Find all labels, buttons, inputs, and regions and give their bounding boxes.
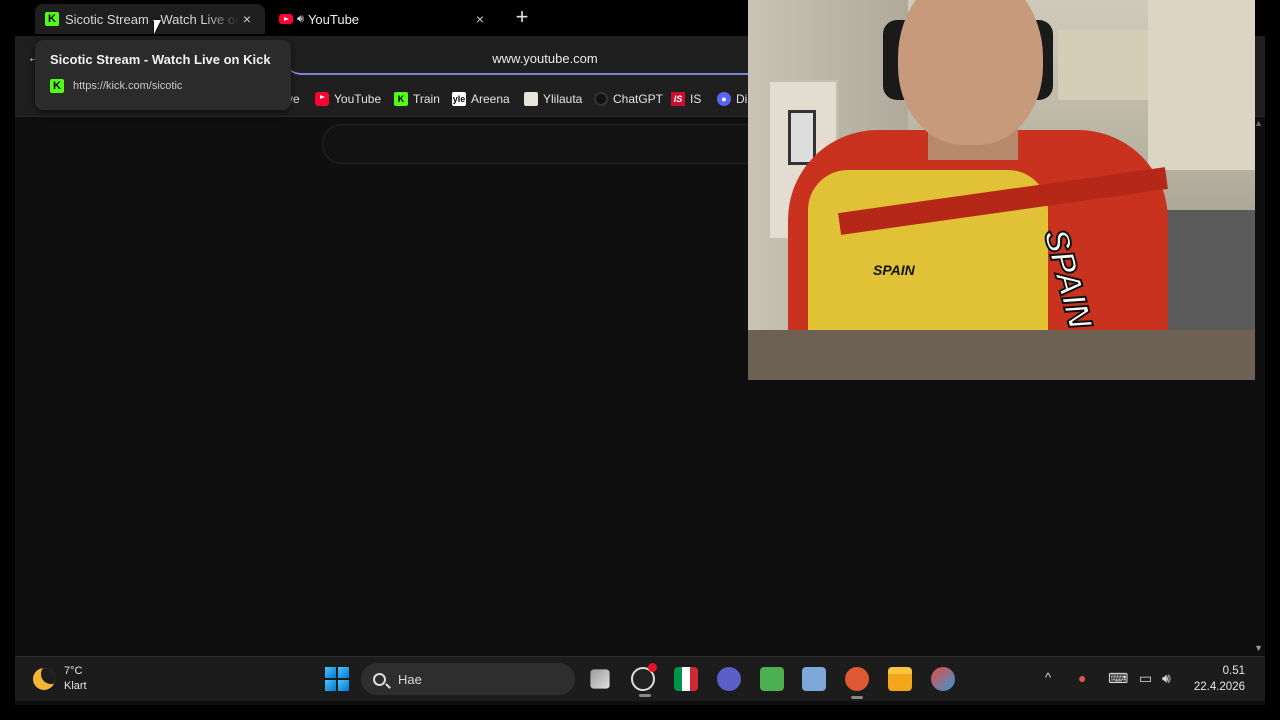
network-icon[interactable]: ▭ [1139, 670, 1152, 687]
microphone-icon[interactable]: ● [1078, 670, 1086, 686]
speaker-icon[interactable]: 🔊︎ [297, 13, 304, 26]
bookmark-is[interactable]: IS IS [671, 92, 701, 106]
webcam-overlay: SPAIN SPAIN [748, 0, 1255, 380]
yle-icon: yle [452, 92, 466, 106]
bookmark-label: YouTube [334, 92, 382, 106]
moon-icon [33, 668, 55, 690]
search-icon [373, 672, 386, 686]
chatgpt-icon [594, 92, 608, 106]
italian-app-icon[interactable] [674, 667, 698, 691]
ylilauta-icon [524, 92, 538, 106]
duckduckgo-icon[interactable] [845, 667, 869, 699]
tab-kick-stream[interactable]: K Sicotic Stream - Watch Live on Kick × [35, 4, 265, 34]
shelf [1058, 30, 1158, 100]
screen-recorder-icon[interactable] [717, 667, 741, 691]
fridge-magnet [788, 110, 816, 165]
start-button[interactable] [325, 667, 349, 691]
keyboard-icon[interactable]: ⌨ [1108, 670, 1128, 687]
windows-taskbar: 7°C Klart Hae ^ ● ⌨ ▭ 🔊︎ 0.51 22.4.2026 [15, 656, 1265, 701]
weather-temperature: 7°C [64, 665, 83, 677]
file-explorer-icon[interactable] [888, 667, 912, 691]
calculator-icon[interactable] [802, 667, 826, 691]
bookmark-label: Ylilauta [543, 92, 583, 106]
bookmark-youtube[interactable]: YouTube [315, 92, 381, 106]
bookmark-label: Train [413, 92, 440, 106]
windows-logo-icon [325, 667, 336, 678]
notification-badge [648, 663, 657, 672]
shirt-text: SPAIN [873, 262, 915, 278]
bookmark-areena[interactable]: yle Areena [452, 92, 510, 106]
discord-icon: ● [717, 92, 731, 106]
stats-app-icon[interactable] [760, 667, 784, 691]
volume-icon[interactable]: 🔊︎ [1162, 670, 1171, 687]
clock-date: 22.4.2026 [1193, 681, 1245, 693]
weather-condition: Klart [64, 680, 87, 692]
bookmark-label: IS [690, 92, 702, 106]
address-text: www.youtube.com [492, 51, 598, 66]
taskbar-search[interactable]: Hae [361, 663, 575, 695]
address-bar[interactable]: www.youtube.com [285, 43, 805, 75]
scroll-up-arrow-icon[interactable]: ▲ [1254, 118, 1263, 128]
taskbar-search-placeholder: Hae [398, 671, 422, 687]
kick-icon: K [394, 92, 408, 106]
system-clock[interactable]: 0.51 22.4.2026 [1185, 663, 1245, 695]
youtube-icon [279, 14, 293, 24]
bookmark-discord[interactable]: ● Di [717, 92, 747, 106]
ccleaner-icon[interactable] [931, 667, 955, 691]
youtube-icon [315, 92, 329, 106]
kick-icon: K [50, 79, 64, 93]
chevron-up-icon[interactable]: ^ [1045, 670, 1051, 685]
kick-icon: K [45, 12, 59, 26]
task-view-icon[interactable] [590, 669, 610, 689]
mouse-cursor-icon [154, 20, 161, 34]
browser-window: K Sicotic Stream - Watch Live on Kick × … [15, 0, 1265, 705]
bookmark-ylilauta[interactable]: Ylilauta [524, 92, 582, 106]
weather-widget[interactable]: 7°C Klart [33, 664, 87, 694]
bookmark-chatgpt[interactable]: ChatGPT [594, 92, 663, 106]
person-head [898, 0, 1043, 145]
tab-title: YouTube [307, 11, 360, 27]
obs-icon[interactable] [631, 663, 657, 697]
hover-card-title: Sicotic Stream - Watch Live on Kick [50, 52, 271, 67]
table [748, 330, 1255, 380]
close-tab-icon[interactable]: × [239, 11, 255, 27]
bookmark-label: ChatGPT [613, 92, 664, 106]
bookmark-train[interactable]: K Train [394, 92, 440, 106]
hover-card-url: https://kick.com/sicotic [73, 80, 183, 92]
close-tab-icon[interactable]: × [472, 11, 488, 27]
clock-time: 0.51 [1222, 665, 1245, 677]
cabinet [1148, 0, 1255, 170]
youtube-search-box[interactable] [322, 124, 802, 164]
scroll-down-arrow-icon[interactable]: ▼ [1254, 643, 1263, 653]
new-tab-button[interactable]: + [510, 6, 534, 30]
tab-title: Sicotic Stream - Watch Live on Kick [65, 11, 239, 27]
tab-hover-card: Sicotic Stream - Watch Live on Kick K ht… [35, 40, 291, 110]
bookmark-label: Di [736, 92, 748, 106]
bookmark-label: Areena [471, 92, 510, 106]
tab-youtube[interactable]: 🔊︎ YouTube × [269, 4, 498, 34]
is-icon: IS [671, 92, 685, 106]
